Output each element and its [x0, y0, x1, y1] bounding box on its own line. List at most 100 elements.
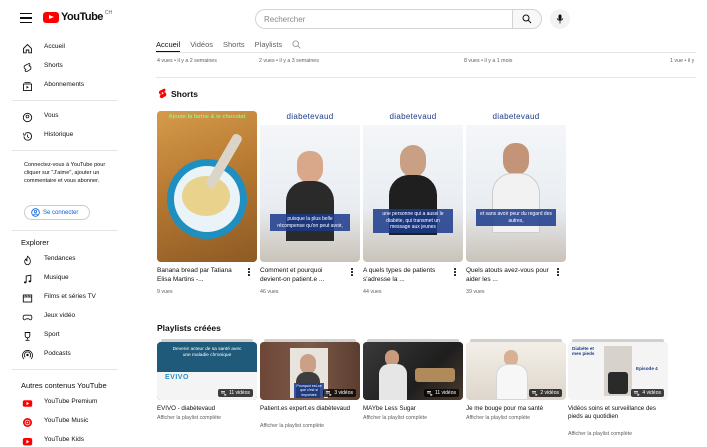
trending-icon: [21, 254, 33, 266]
logo-country-code: CH: [104, 10, 113, 16]
account-circle-icon: [31, 208, 40, 217]
shorts-title: Shorts: [171, 88, 198, 99]
sidebar-item-films[interactable]: Films et séries TV: [0, 289, 120, 307]
voice-search-button[interactable]: [550, 9, 570, 29]
playlist-thumbnail[interactable]: 11 vidéos: [363, 342, 463, 400]
evivo-logo: EVIVO: [165, 374, 189, 381]
short-thumbnail[interactable]: diabetevaud et sans avoir peur du regard…: [466, 111, 566, 262]
playlist-thumb-text: Devenir acteur de sa santé avec une mala…: [172, 347, 242, 358]
youtube-music-icon: [21, 416, 33, 428]
tabs-divider: [156, 52, 696, 53]
playlist-icon: [426, 390, 433, 396]
video-meta: 1 vue • il y: [670, 58, 695, 64]
youtube-play-icon: [43, 11, 59, 23]
short-caption: et sans avoir peur du regard des autres,: [476, 209, 556, 226]
music-icon: [21, 273, 33, 285]
sidebar-item-jeux[interactable]: Jeux vidéo: [0, 308, 120, 326]
more-options-icon[interactable]: [248, 268, 251, 277]
sidebar-divider: [12, 230, 118, 231]
short-views: 9 vues: [157, 289, 173, 295]
short-views: 46 vues: [260, 289, 279, 295]
search-input[interactable]: Rechercher: [255, 9, 512, 29]
more-options-icon[interactable]: [351, 268, 354, 277]
sidebar-item-historique[interactable]: Historique: [0, 127, 120, 145]
playlist-thumb-text: Diabète et mes pieds: [572, 346, 595, 357]
sidebar-divider: [12, 369, 118, 370]
you-icon: [21, 111, 33, 123]
signin-prompt: Connectez-vous à YouTube pour cliquer su…: [24, 162, 106, 184]
video-meta: 4 vues • il y a 2 semaines: [157, 58, 217, 64]
sidebar-item-tendances[interactable]: Tendances: [0, 251, 120, 269]
channel-content: Accueil Vidéos Shorts Playlists 4 vues •…: [126, 38, 707, 447]
view-full-playlist-link[interactable]: Afficher la playlist complète: [466, 415, 530, 421]
hamburger-menu-icon[interactable]: [20, 13, 32, 24]
search-button[interactable]: [512, 9, 542, 29]
playlist-thumbnail[interactable]: Devenir acteur de sa santé avec une mala…: [157, 342, 257, 400]
sidebar-item-youtube-kids[interactable]: YouTube Kids: [0, 432, 120, 447]
playlist-thumbnail[interactable]: Diabète et mes pieds Episode 4 4 vidéos: [568, 342, 668, 400]
signin-label: Se connecter: [43, 209, 79, 216]
playlist-thumbnail[interactable]: 2 vidéos: [466, 342, 566, 400]
short-title[interactable]: Banana bread par Tatiana Elisa Martins -…: [157, 266, 243, 284]
channel-search-icon[interactable]: [292, 38, 302, 50]
view-full-playlist-link[interactable]: Afficher la playlist complète: [157, 415, 221, 421]
playlist-icon: [220, 390, 227, 396]
view-full-playlist-link[interactable]: Afficher la playlist complète: [363, 415, 427, 421]
section-divider: [156, 77, 696, 78]
tab-playlists[interactable]: Playlists: [255, 38, 283, 52]
playlist-thumbnail[interactable]: Pourquoi est-ce que c'est si important 3…: [260, 342, 360, 400]
sidebar-item-accueil[interactable]: Accueil: [0, 39, 120, 57]
view-full-playlist-link[interactable]: Afficher la playlist complète: [260, 423, 324, 429]
history-icon: [21, 130, 33, 142]
sidebar-item-shorts[interactable]: Shorts: [0, 58, 120, 76]
youtube-premium-icon: [21, 397, 33, 409]
playlist-icon: [326, 390, 333, 396]
sidebar-item-musique[interactable]: Musique: [0, 270, 120, 288]
short-title[interactable]: Comment et pourquoi devient-on patient.e…: [260, 266, 346, 284]
tab-shorts[interactable]: Shorts: [223, 38, 245, 52]
microphone-icon: [556, 14, 564, 24]
youtube-kids-icon: [21, 435, 33, 447]
playlist-title[interactable]: EVIVO - diabètevaud: [157, 405, 257, 413]
playlist-thumb-episode: Episode 4: [636, 366, 658, 371]
short-thumbnail[interactable]: diabetevaud une personne qui a aussi le …: [363, 111, 463, 262]
video-count-badge: 3 vidéos: [323, 389, 356, 397]
short-thumbnail[interactable]: Ajoute la farine & le chocolat: [157, 111, 257, 262]
short-overlay-text: Ajoute la farine & le chocolat: [168, 114, 246, 120]
more-options-icon[interactable]: [557, 268, 560, 277]
diabetevaud-logo: diabetevaud: [260, 111, 360, 125]
short-title[interactable]: A quels types de patients s'adresse la .…: [363, 266, 449, 284]
video-meta: 2 vues • il y a 3 semaines: [259, 58, 319, 64]
view-full-playlist-link[interactable]: Afficher la playlist complète: [568, 431, 632, 437]
sidebar-item-vous[interactable]: Vous: [0, 108, 120, 126]
sidebar-item-youtube-premium[interactable]: YouTube Premium: [0, 394, 120, 412]
sidebar-item-youtube-music[interactable]: YouTube Music: [0, 413, 120, 431]
playlist-title[interactable]: Patient.es expert.es diabètevaud: [260, 405, 360, 413]
signin-button[interactable]: Se connecter: [24, 205, 90, 220]
playlist-title[interactable]: MAYbe Less Sugar: [363, 405, 463, 413]
home-icon: [21, 42, 33, 54]
subscriptions-icon: [21, 80, 33, 92]
short-title[interactable]: Quels atouts avez-vous pour aider les ..…: [466, 266, 552, 284]
more-options-icon[interactable]: [454, 268, 457, 277]
movies-icon: [21, 292, 33, 304]
video-count-badge: 2 vidéos: [529, 389, 562, 397]
playlist-title[interactable]: Vidéos soins et surveillance des pieds a…: [568, 405, 668, 421]
more-youtube-heading: Autres contenus YouTube: [21, 381, 107, 390]
diabetevaud-logo: diabetevaud: [363, 111, 463, 125]
short-caption: puisque la plus belle récompense qu'on p…: [270, 214, 350, 231]
video-count-badge: 4 vidéos: [631, 389, 664, 397]
tab-accueil[interactable]: Accueil: [156, 38, 181, 52]
youtube-logo[interactable]: YouTube CH: [43, 10, 113, 23]
short-thumbnail[interactable]: diabetevaud puisque la plus belle récomp…: [260, 111, 360, 262]
tab-videos[interactable]: Vidéos: [190, 38, 213, 52]
top-bar: YouTube CH Rechercher: [0, 0, 707, 38]
short-views: 39 vues: [466, 289, 485, 295]
sidebar-item-sport[interactable]: Sport: [0, 327, 120, 345]
sidebar-item-abonnements[interactable]: Abonnements: [0, 77, 120, 95]
sidebar-item-podcasts[interactable]: Podcasts: [0, 346, 120, 364]
logo-text: YouTube: [61, 11, 103, 23]
playlist-title[interactable]: Je me bouge pour ma santé: [466, 405, 566, 413]
shorts-logo-icon: [158, 88, 167, 99]
podcast-icon: [21, 349, 33, 361]
